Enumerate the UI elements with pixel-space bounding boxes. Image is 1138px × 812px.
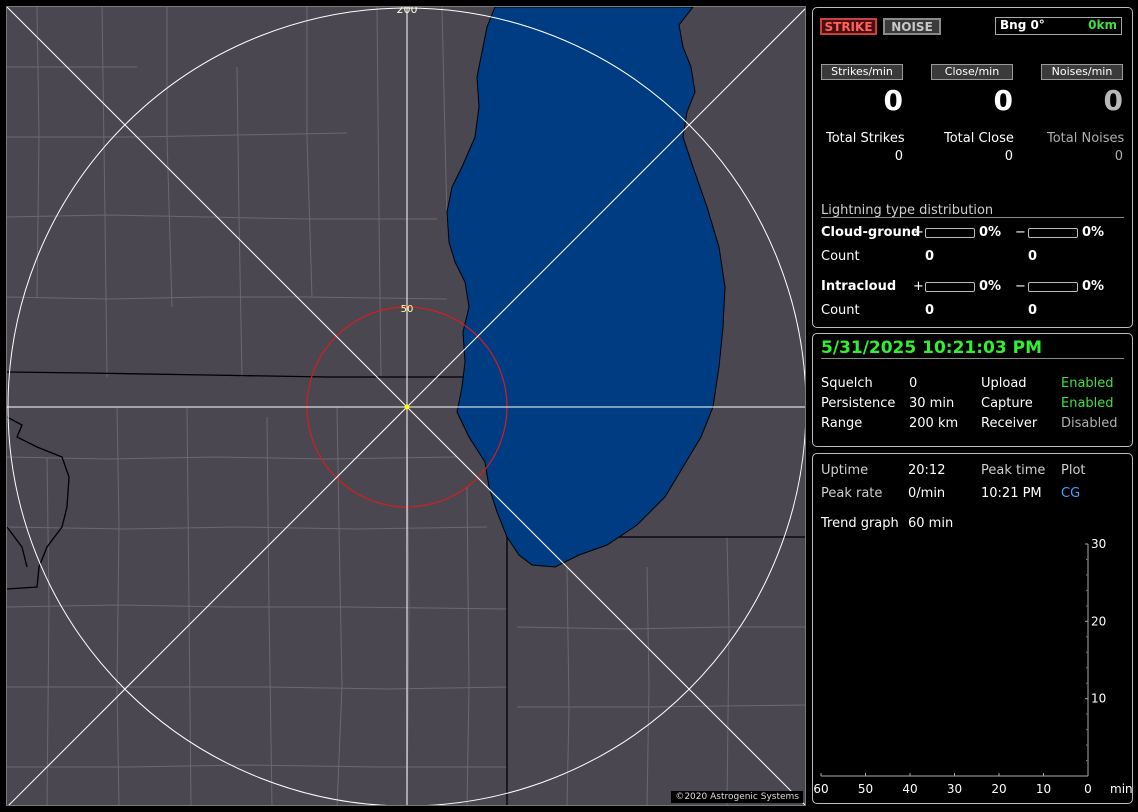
ic-negative-count: 0 [1028,303,1038,318]
distribution-title: Lightning type distribution [821,203,994,218]
uptime-value: 20:12 [908,463,946,478]
upload-label: Upload [981,376,1027,391]
x-tick-label: 50 [858,782,873,796]
noises-per-min-button[interactable]: Noises/min [1041,64,1123,80]
uptime-label: Uptime [821,463,869,478]
close-per-min-button[interactable]: Close/min [931,64,1013,80]
cg-positive-count: 0 [925,249,935,264]
trend-chart: 60 50 40 30 20 10 0 min 30 20 10 [813,537,1132,796]
persistence-label: Persistence [821,396,896,411]
lake [446,7,726,568]
ic-negative-percent: 0% [1082,279,1105,294]
copyright-text: ©2020 Astrogenic Systems [671,791,803,803]
ic-plus-sign: + [913,279,924,294]
bearing-readout: Bng 0° 0km [995,17,1122,35]
cg-negative-count: 0 [1028,249,1038,264]
trend-graph-label: Trend graph [821,516,899,531]
status-panel: 5/31/2025 10:21:03 PM Squelch 0 Upload E… [812,333,1133,447]
capture-label: Capture [981,396,1033,411]
squelch-label: Squelch [821,376,873,391]
total-close-value: 0 [1004,149,1013,164]
summary-panel: STRIKE NOISE Bng 0° 0km Strikes/min Clos… [812,7,1133,328]
cg-negative-percent: 0% [1082,225,1105,240]
peak-rate-value: 0/min [908,486,946,501]
cg-positive-bar [925,228,975,238]
peak-time-label: Peak time [981,463,1046,478]
range-label-50: 50 [401,304,414,315]
upload-value: Enabled [1061,376,1114,391]
x-tick-label: 20 [991,782,1006,796]
x-tick-label: 0 [1084,782,1092,796]
ic-positive-percent: 0% [979,279,1002,294]
cloud-ground-label: Cloud-ground [821,225,921,240]
y-tick-label: 20 [1091,614,1106,628]
total-noises-value: 0 [1114,149,1123,164]
y-tick-label: 30 [1091,537,1106,551]
close-per-min-value: 0 [993,84,1013,117]
trend-graph-window[interactable]: 60 min [908,516,953,531]
total-strikes-label: Total Strikes [826,131,905,146]
strike-tab[interactable]: STRIKE [820,18,877,35]
receiver-value: Disabled [1061,416,1118,431]
ic-positive-count: 0 [925,303,935,318]
cg-plus-sign: + [913,225,924,240]
peak-time-value: 10:21 PM [981,486,1042,501]
ic-negative-bar [1028,282,1078,292]
strikes-per-min-value: 0 [883,84,903,117]
x-tick-label: 40 [902,782,917,796]
peak-rate-label: Peak rate [821,486,883,501]
capture-value: Enabled [1061,396,1114,411]
range-value: 200 km [909,416,959,431]
range-label-200: 200 [397,7,418,16]
persistence-value: 30 min [909,396,955,411]
lightning-map[interactable]: 200 50 ©2020 Astrogenic Systems [6,6,806,806]
plot-label: Plot [1061,463,1086,478]
noises-per-min-value: 0 [1103,84,1123,117]
ic-count-label: Count [821,303,860,318]
cg-positive-percent: 0% [979,225,1002,240]
bearing-value: Bng 0° [1000,18,1045,32]
total-close-label: Total Close [944,131,1014,146]
ic-minus-sign: − [1015,279,1026,294]
cg-count-label: Count [821,249,860,264]
station-marker [404,404,410,410]
noise-tab[interactable]: NOISE [883,18,941,35]
trend-panel: Uptime 20:12 Peak time Plot Peak rate 0/… [812,453,1133,804]
intracloud-label: Intracloud [821,279,897,294]
cg-minus-sign: − [1015,225,1026,240]
total-noises-label: Total Noises [1047,131,1125,146]
range-label: Range [821,416,863,431]
plot-type-toggle[interactable]: CG [1061,486,1080,501]
current-datetime: 5/31/2025 10:21:03 PM [821,338,1042,358]
cg-negative-bar [1028,228,1078,238]
x-tick-label: 60 [813,782,828,796]
strikes-per-min-button[interactable]: Strikes/min [821,64,903,80]
ic-positive-bar [925,282,975,292]
map-canvas: 200 50 [7,7,805,805]
squelch-value: 0 [909,376,918,391]
distribution-divider [821,217,1124,218]
receiver-label: Receiver [981,416,1038,431]
x-tick-label: 10 [1036,782,1051,796]
x-tick-label: 30 [947,782,962,796]
distance-value: 0km [1088,18,1117,32]
x-axis-unit-label: min [1110,782,1132,796]
y-tick-label: 10 [1091,692,1106,706]
total-strikes-value: 0 [894,149,903,164]
status-divider [821,358,1124,359]
